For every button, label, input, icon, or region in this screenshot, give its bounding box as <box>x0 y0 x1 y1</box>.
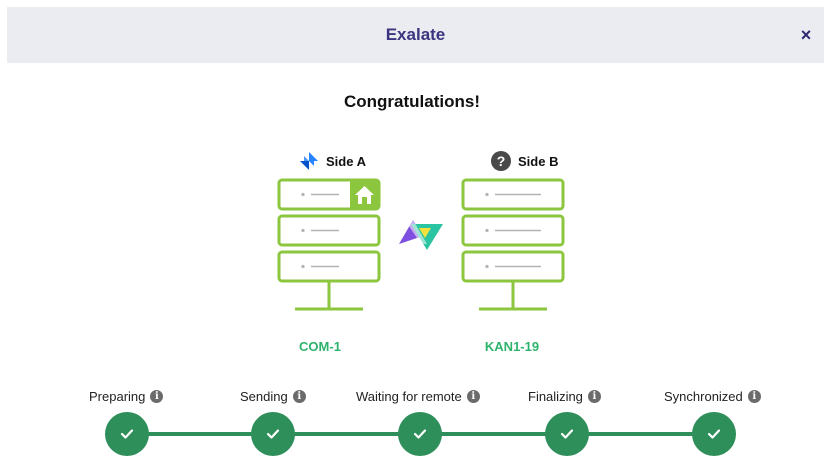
server-b-graphic <box>461 178 565 311</box>
step-synchronized-done <box>692 412 736 456</box>
step-text: Waiting for remote <box>356 388 462 404</box>
side-a-issue-key[interactable]: COM-1 <box>260 339 380 354</box>
check-icon <box>266 429 280 439</box>
info-icon[interactable]: i <box>587 389 601 403</box>
server-a-graphic <box>277 178 381 311</box>
check-icon <box>560 429 574 439</box>
congratulations-heading: Congratulations! <box>344 92 480 111</box>
exalate-logo-icon <box>399 220 443 250</box>
jira-icon <box>300 152 318 170</box>
check-icon <box>707 429 721 439</box>
step-label-sending: Sending i <box>240 387 306 405</box>
svg-text:?: ? <box>497 153 506 169</box>
info-icon[interactable]: i <box>292 389 306 403</box>
side-a-label: Side A <box>298 150 366 172</box>
dialog-header: Exalate × <box>7 7 824 63</box>
check-icon <box>413 429 427 439</box>
info-icon[interactable]: i <box>747 389 761 403</box>
info-icon[interactable]: i <box>150 389 164 403</box>
side-b-issue-key[interactable]: KAN1-19 <box>452 339 572 354</box>
close-button[interactable]: × <box>796 24 816 46</box>
step-sending-done <box>251 412 295 456</box>
step-waiting-done <box>398 412 442 456</box>
step-label-waiting: Waiting for remote i <box>356 387 480 405</box>
step-text: Synchronized <box>664 388 743 404</box>
step-text: Preparing <box>89 388 146 404</box>
step-finalizing-done <box>545 412 589 456</box>
step-preparing-done <box>105 412 149 456</box>
step-text: Finalizing <box>528 388 583 404</box>
step-label-synchronized: Synchronized i <box>664 387 761 405</box>
side-a-text: Side A <box>326 153 366 169</box>
info-icon[interactable]: i <box>466 389 480 403</box>
step-text: Sending <box>240 388 288 404</box>
side-b-label: ? Side B <box>490 150 558 172</box>
check-icon <box>120 429 134 439</box>
side-b-text: Side B <box>518 153 559 169</box>
step-label-preparing: Preparing i <box>89 387 164 405</box>
dialog-title: Exalate <box>385 25 446 44</box>
question-icon: ? <box>491 151 511 171</box>
step-label-finalizing: Finalizing i <box>528 387 601 405</box>
